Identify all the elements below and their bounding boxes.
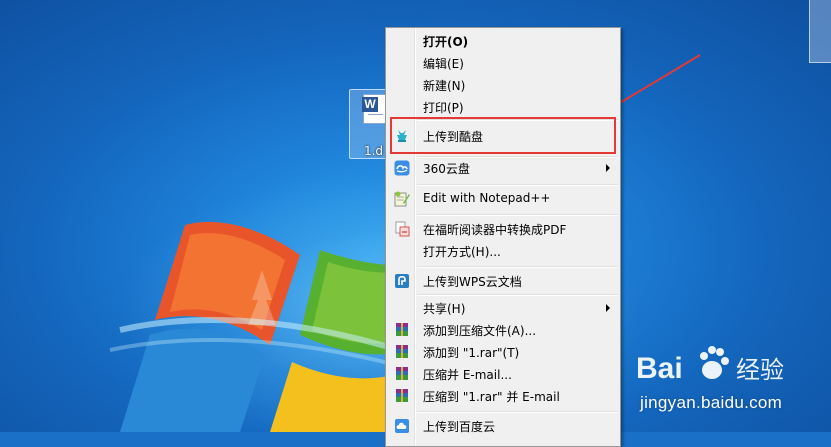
wps-cloud-icon	[395, 274, 409, 288]
menu-item-label: 打开(O)	[423, 35, 469, 49]
menu-separator	[417, 294, 618, 296]
menu-item-label: 在福昕阅读器中转换成PDF	[423, 223, 567, 237]
menu-item-label: 打印(P)	[423, 101, 464, 115]
menu-item-label: 打开方式(H)...	[423, 245, 501, 259]
menu-item-label: 上传到百度云	[423, 420, 496, 434]
menu-separator	[417, 184, 618, 186]
menu-separator	[417, 266, 618, 268]
highlight-box	[390, 117, 616, 154]
menu-item-label: 上传到WPS云文档	[423, 275, 522, 289]
watermark-brand-cn: 经验	[736, 356, 784, 384]
menu-item-baidu-cloud[interactable]: 上传到百度云	[388, 415, 618, 437]
menu-item-compress-email[interactable]: 压缩并 E-mail...	[388, 363, 618, 385]
menu-item-label: 添加到 "1.rar"(T)	[423, 346, 520, 360]
window-edge	[809, 0, 831, 63]
menu-item-label: Edit with Notepad++	[423, 191, 551, 205]
menu-item-print[interactable]: 打印(P)	[388, 96, 618, 118]
menu-item-add-to-archive[interactable]: 添加到压缩文件(A)...	[388, 319, 618, 341]
menu-item-notepad-plus[interactable]: Edit with Notepad++	[388, 188, 618, 210]
notepad-plus-icon	[394, 191, 410, 207]
menu-item-add-to-rar[interactable]: 添加到 "1.rar"(T)	[388, 341, 618, 363]
winrar-icon	[396, 367, 408, 380]
menu-item-label: 压缩到 "1.rar" 并 E-mail	[423, 390, 560, 404]
winrar-icon	[396, 323, 408, 336]
menu-item-share[interactable]: 共享(H)	[388, 297, 618, 319]
watermark-url: jingyan.baidu.com	[640, 393, 783, 412]
paw-icon	[700, 346, 729, 379]
cloud-360-icon	[394, 160, 410, 176]
menu-item-label: 压缩并 E-mail...	[423, 368, 512, 382]
menu-item-open[interactable]: 打开(O)	[388, 30, 618, 52]
foxit-pdf-icon	[395, 221, 410, 237]
menu-item-label: 新建(N)	[423, 79, 466, 93]
winrar-icon	[396, 389, 408, 402]
menu-item-wps-cloud[interactable]: 上传到WPS云文档	[388, 270, 618, 292]
menu-item-label: 360云盘	[423, 162, 470, 176]
menu-item-foxit-pdf[interactable]: 在福昕阅读器中转换成PDF	[388, 218, 618, 240]
word-logo-letter: W	[362, 97, 378, 112]
context-menu: 打开(O) 编辑(E) 新建(N) 打印(P) 上传到酷盘 360云盘 Edit…	[385, 27, 621, 447]
menu-item-label: 编辑(E)	[423, 57, 464, 71]
winrar-icon	[396, 345, 408, 358]
menu-separator	[417, 214, 618, 216]
menu-item-label: 共享(H)	[423, 302, 466, 316]
menu-item-open-with[interactable]: 打开方式(H)...	[388, 240, 618, 262]
submenu-arrow-icon	[606, 164, 610, 172]
menu-item-new[interactable]: 新建(N)	[388, 74, 618, 96]
submenu-arrow-icon	[606, 304, 610, 312]
menu-item-compress-rar-email[interactable]: 压缩到 "1.rar" 并 E-mail	[388, 385, 618, 407]
watermark-brand: Bai	[636, 352, 683, 385]
menu-separator	[417, 411, 618, 413]
menu-item-360-cloud[interactable]: 360云盘	[388, 157, 618, 179]
word-document-icon: W	[362, 94, 387, 124]
menu-item-label: 添加到压缩文件(A)...	[423, 324, 537, 338]
menu-item-edit[interactable]: 编辑(E)	[388, 52, 618, 74]
